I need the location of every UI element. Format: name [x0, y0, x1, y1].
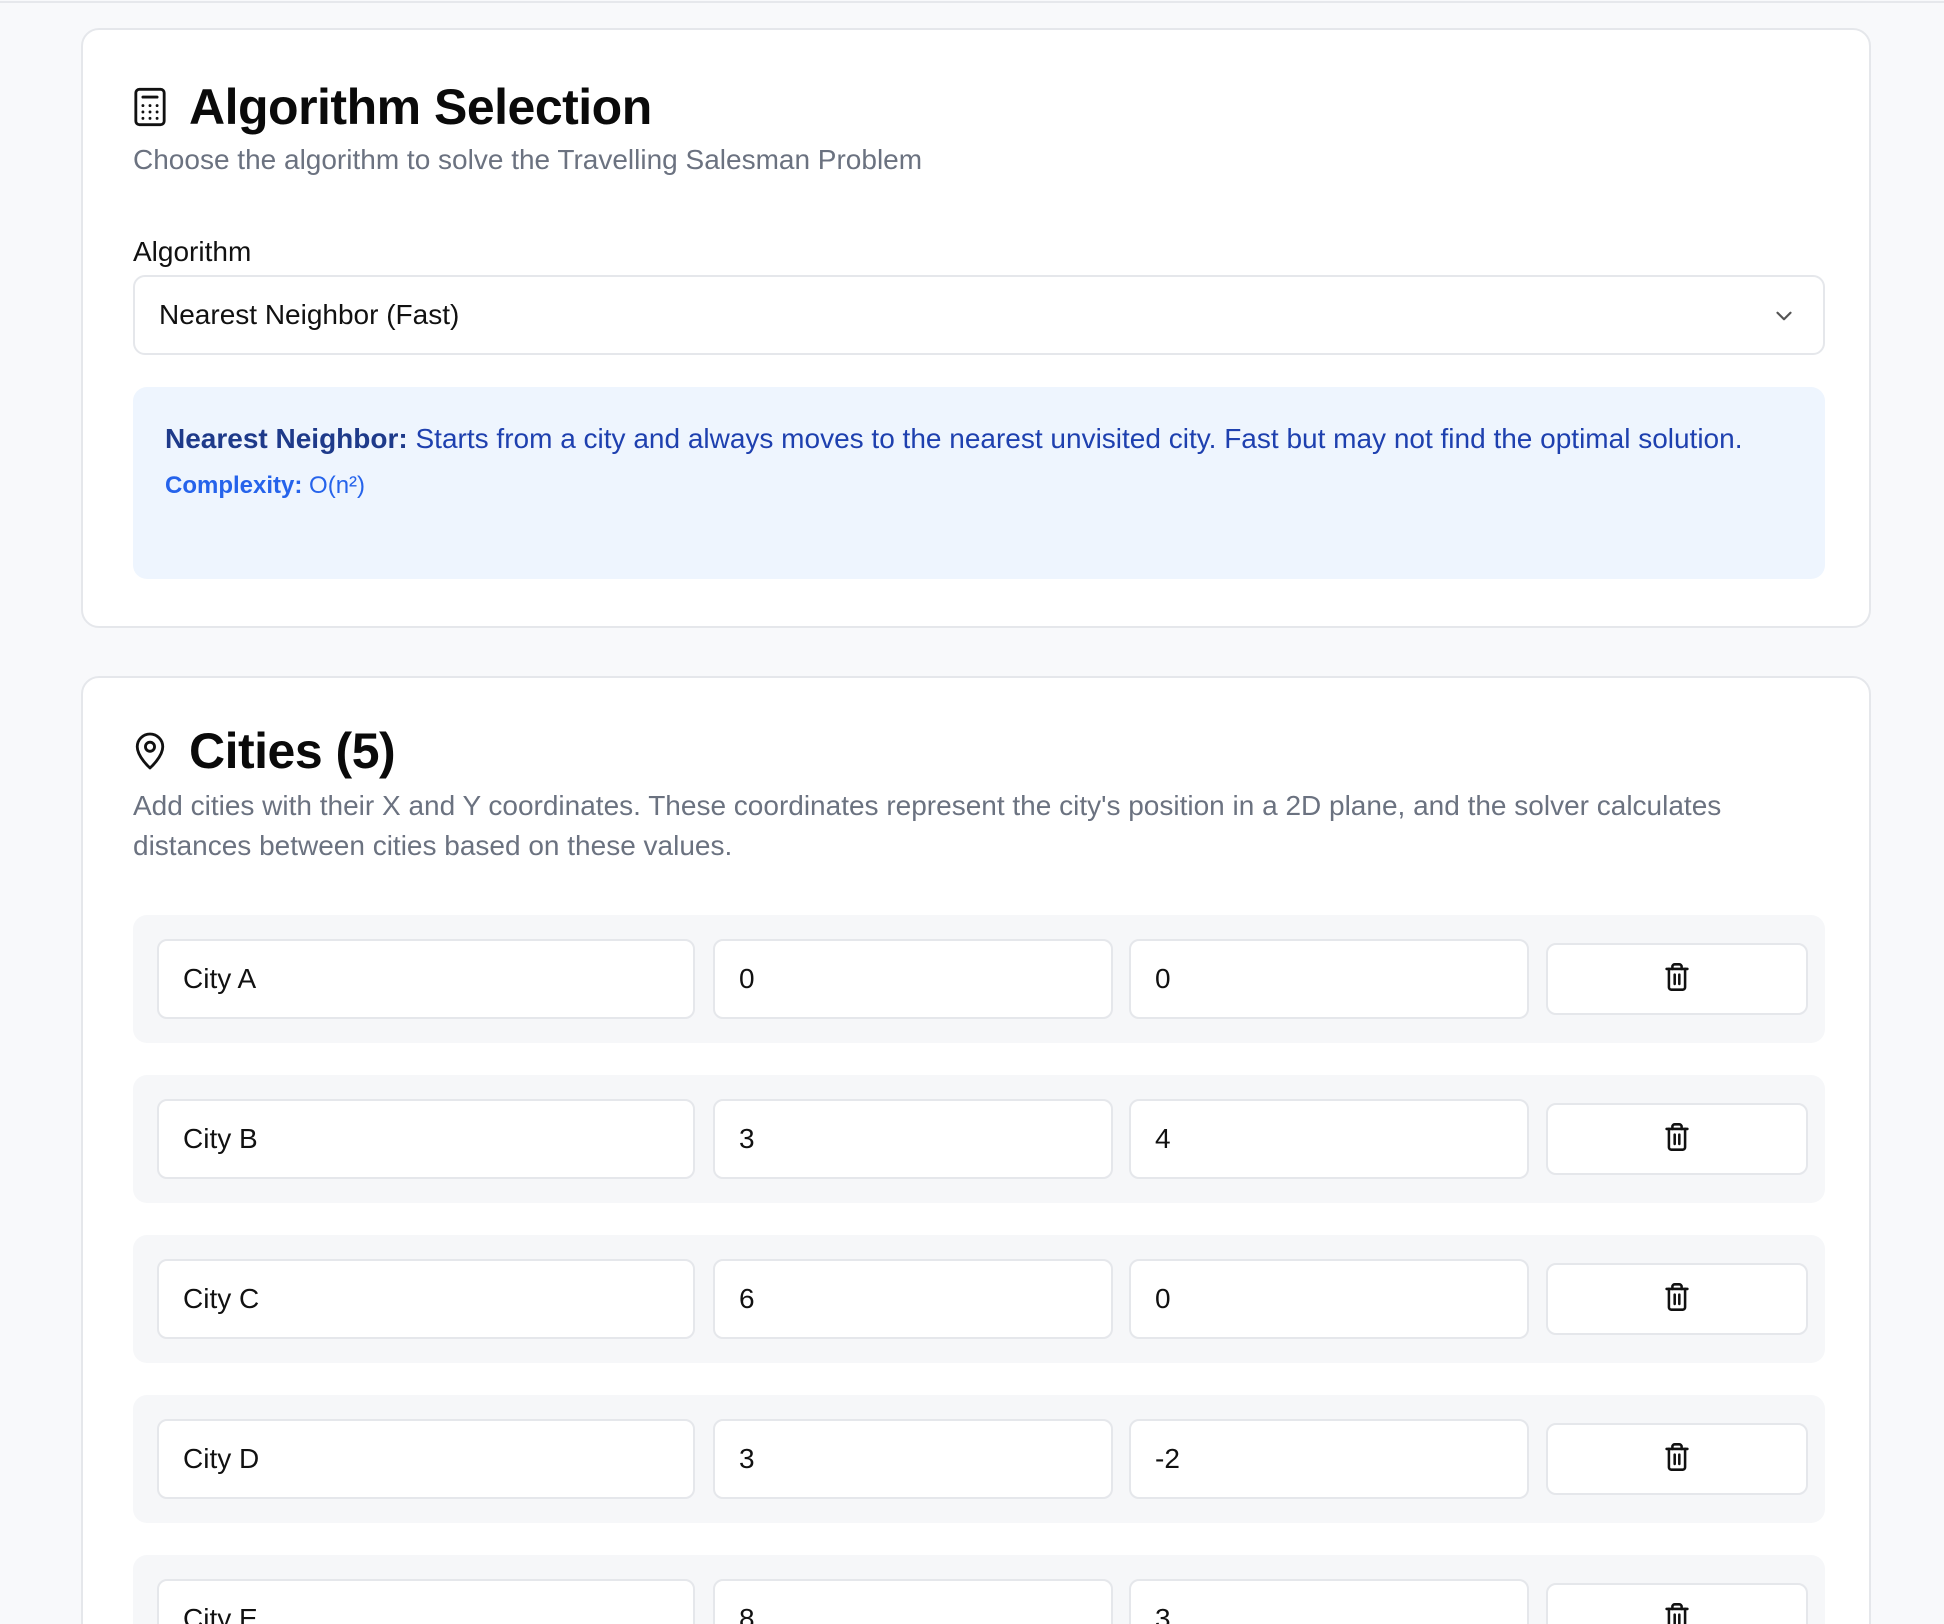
- algorithm-info-description: Starts from a city and always moves to t…: [407, 423, 1743, 454]
- trash-icon: [1663, 1602, 1691, 1624]
- delete-city-button[interactable]: [1546, 1263, 1808, 1335]
- trash-icon: [1663, 1282, 1691, 1317]
- top-divider: [0, 0, 1944, 3]
- city-x-input[interactable]: [713, 1099, 1113, 1179]
- cities-card-header: Cities (5): [133, 723, 396, 779]
- algorithm-info-name: Nearest Neighbor:: [165, 423, 408, 454]
- cities-card-title: Cities (5): [189, 723, 396, 779]
- algorithm-card-title: Algorithm Selection: [189, 79, 652, 135]
- city-row: [133, 915, 1825, 1043]
- algorithm-info-box: Nearest Neighbor: Starts from a city and…: [133, 387, 1825, 579]
- delete-city-button[interactable]: [1546, 943, 1808, 1015]
- city-y-input[interactable]: [1129, 1259, 1529, 1339]
- trash-icon: [1663, 962, 1691, 997]
- chevron-down-icon: [1771, 303, 1797, 336]
- city-x-input[interactable]: [713, 1579, 1113, 1624]
- city-name-input[interactable]: [157, 1419, 695, 1499]
- algorithm-selection-card: Algorithm Selection Choose the algorithm…: [81, 28, 1871, 628]
- city-y-input[interactable]: [1129, 939, 1529, 1019]
- trash-icon: [1663, 1122, 1691, 1157]
- city-name-input[interactable]: [157, 1259, 695, 1339]
- city-y-input[interactable]: [1129, 1579, 1529, 1624]
- algorithm-card-description: Choose the algorithm to solve the Travel…: [133, 144, 923, 175]
- delete-city-button[interactable]: [1546, 1583, 1808, 1624]
- cities-card-description: Add cities with their X and Y coordinate…: [133, 790, 1722, 861]
- city-y-input[interactable]: [1129, 1099, 1529, 1179]
- city-y-input[interactable]: [1129, 1419, 1529, 1499]
- city-x-input[interactable]: [713, 1419, 1113, 1499]
- trash-icon: [1663, 1442, 1691, 1477]
- city-row: [133, 1395, 1825, 1523]
- delete-city-button[interactable]: [1546, 1423, 1808, 1495]
- cities-card: Cities (5) Add cities with their X and Y…: [81, 676, 1871, 1624]
- city-row: [133, 1555, 1825, 1624]
- complexity-value: O(n²): [302, 472, 366, 499]
- city-row: [133, 1075, 1825, 1203]
- delete-city-button[interactable]: [1546, 1103, 1808, 1175]
- algorithm-select[interactable]: Nearest Neighbor (Fast): [133, 275, 1825, 355]
- algorithm-select-value: Nearest Neighbor (Fast): [159, 299, 460, 330]
- city-x-input[interactable]: [713, 939, 1113, 1019]
- algorithm-complexity: Complexity: O(n²): [165, 469, 1793, 503]
- city-name-input[interactable]: [157, 1579, 695, 1624]
- complexity-label: Complexity:: [165, 472, 303, 499]
- city-name-input[interactable]: [157, 1099, 695, 1179]
- algorithm-card-header: Algorithm Selection: [133, 82, 652, 132]
- algorithm-field-label: Algorithm: [133, 236, 252, 267]
- city-name-input[interactable]: [157, 939, 695, 1019]
- map-pin-icon: [133, 731, 167, 771]
- algorithm-info-text: Nearest Neighbor: Starts from a city and…: [165, 419, 1785, 459]
- city-row: [133, 1235, 1825, 1363]
- city-x-input[interactable]: [713, 1259, 1113, 1339]
- calculator-icon: [133, 87, 167, 127]
